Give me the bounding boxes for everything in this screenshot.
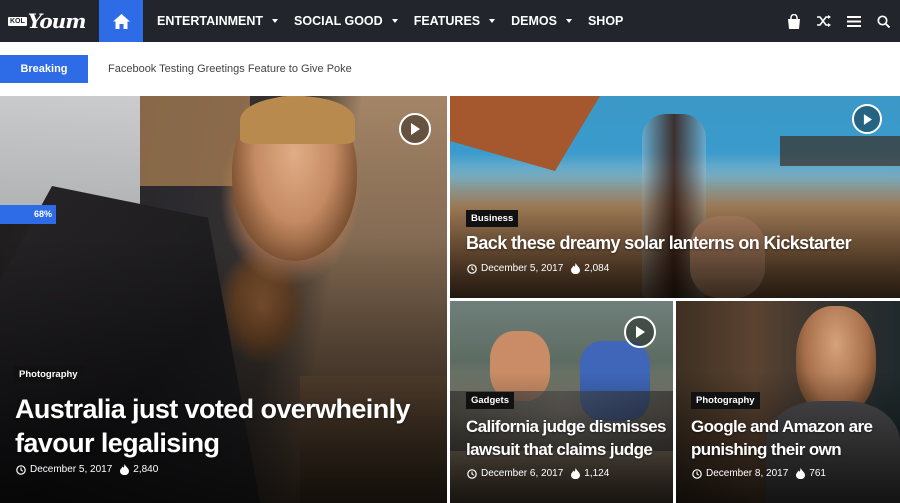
home-button[interactable] [99, 0, 143, 42]
fire-icon [796, 468, 806, 479]
category-badge[interactable]: Gadgets [466, 392, 515, 409]
nav-label: DEMOS [511, 14, 557, 28]
post-meta: December 5, 2017 2,840 [16, 464, 158, 475]
clock-icon [692, 468, 702, 479]
home-icon [112, 13, 130, 29]
play-icon [411, 123, 420, 135]
fire-icon [571, 263, 581, 274]
post-title-line: Australia just voted overwheinly [15, 394, 411, 424]
post-title-line: Google and Amazon are [691, 417, 873, 436]
video-play-button[interactable] [852, 104, 882, 134]
featured-post-large[interactable]: 68% Photography Australia just voted ove… [0, 96, 447, 503]
nav-label: SHOP [587, 14, 624, 28]
nav-label: FEATURES [413, 14, 481, 28]
post-views: 2,084 [584, 263, 610, 274]
featured-post-wide[interactable]: Business Back these dreamy solar lantern… [450, 96, 900, 298]
chevron-down-icon [565, 19, 572, 23]
clock-icon [16, 464, 26, 475]
chevron-down-icon [489, 19, 496, 23]
nav-item-shop[interactable]: SHOP [588, 14, 623, 28]
breaking-news-bar: Breaking News Facebook Testing Greetings… [0, 42, 900, 103]
fire-icon [120, 464, 130, 475]
video-play-button[interactable] [624, 316, 656, 348]
play-icon [636, 326, 645, 338]
clock-icon [467, 468, 477, 479]
post-date: December 5, 2017 [30, 464, 113, 475]
nav-item-features[interactable]: FEATURES [413, 14, 496, 28]
menu-icon[interactable] [847, 15, 861, 27]
nav-item-demos[interactable]: DEMOS [511, 14, 572, 28]
breaking-news-headline[interactable]: Facebook Testing Greetings Feature to Gi… [108, 63, 352, 75]
fire-icon [571, 468, 581, 479]
post-views: 2,840 [133, 464, 159, 475]
logo-badge: KOL [8, 16, 27, 26]
nav-label: ENTERTAINMENT [157, 14, 264, 28]
post-meta: December 8, 2017 761 [692, 468, 826, 479]
post-title[interactable]: Google and Amazon are punishing their ow… [691, 415, 896, 461]
chevron-down-icon [391, 19, 398, 23]
search-icon[interactable] [877, 14, 890, 28]
top-navigation-bar: KOL Youm ENTERTAINMENT SOCIAL GOOD FEATU… [0, 0, 900, 42]
category-badge[interactable]: Photography [691, 392, 760, 409]
header-tools [787, 0, 890, 42]
nav-label: SOCIAL GOOD [294, 14, 383, 28]
post-title-line: punishing their own [691, 440, 842, 459]
post-date: December 6, 2017 [481, 468, 564, 479]
shopping-bag-icon[interactable] [787, 13, 801, 29]
nav-item-entertainment[interactable]: ENTERTAINMENT [157, 14, 279, 28]
post-title-line: lawsuit that claims judge [466, 440, 653, 459]
category-badge[interactable]: Photography [14, 366, 83, 383]
post-meta: December 6, 2017 1,124 [467, 468, 609, 479]
post-title[interactable]: Back these dreamy solar lanterns on Kick… [466, 231, 886, 255]
post-date: December 8, 2017 [706, 468, 789, 479]
post-title-line: California judge dismisses [466, 417, 666, 436]
post-title-line: favour legalising [15, 428, 220, 458]
nav-item-social-good[interactable]: SOCIAL GOOD [294, 14, 398, 28]
logo-text: Youm [27, 9, 87, 33]
post-title[interactable]: Australia just voted overwheinly favour … [15, 392, 435, 460]
post-meta: December 5, 2017 2,084 [467, 263, 609, 274]
progress-badge: 68% [0, 205, 56, 224]
site-logo[interactable]: KOL Youm [0, 0, 99, 42]
main-menu: ENTERTAINMENT SOCIAL GOOD FEATURES DEMOS… [149, 0, 631, 42]
post-date: December 5, 2017 [481, 263, 564, 274]
post-card[interactable]: Gadgets California judge dismisses lawsu… [450, 301, 673, 503]
post-views: 1,124 [584, 468, 610, 479]
shuffle-icon[interactable] [817, 15, 831, 27]
breaking-news-label: Breaking News [0, 55, 88, 103]
category-badge[interactable]: Business [466, 210, 519, 227]
play-icon [863, 113, 872, 125]
post-title[interactable]: California judge dismisses lawsuit that … [466, 415, 673, 461]
post-card[interactable]: Photography Google and Amazon are punish… [676, 301, 900, 503]
post-views: 761 [809, 468, 826, 479]
chevron-down-icon [272, 19, 279, 23]
video-play-button[interactable] [399, 113, 431, 145]
clock-icon [467, 263, 477, 274]
